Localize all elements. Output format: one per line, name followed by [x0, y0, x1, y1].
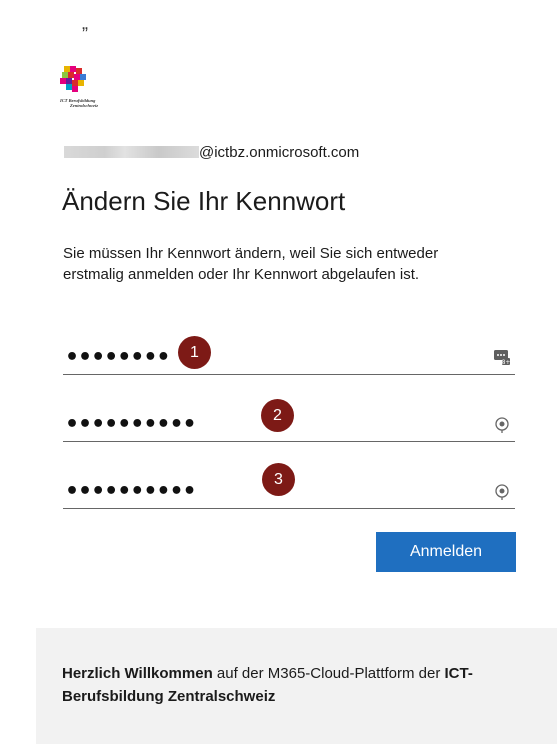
- welcome-bold: Herzlich Willkommen: [62, 665, 213, 682]
- current-password-input[interactable]: •••••••• 8+: [63, 342, 515, 375]
- step-badge-3: 3: [262, 463, 295, 496]
- page-title: Ändern Sie Ihr Kennwort: [62, 186, 346, 216]
- account-identifier: @ictbz.onmicrosoft.com: [64, 142, 359, 162]
- reveal-eye-icon[interactable]: [493, 415, 511, 433]
- password-key-icon[interactable]: 8+: [493, 348, 511, 366]
- description-text: Sie müssen Ihr Kennwort ändern, weil Sie…: [63, 245, 439, 283]
- step-badge-2: 2: [261, 399, 294, 432]
- account-domain: @ictbz.onmicrosoft.com: [199, 143, 360, 161]
- svg-text:8+: 8+: [502, 359, 511, 366]
- welcome-rest: auf der M365-Cloud-Plattform der: [212, 665, 445, 682]
- top-quote-mark: „: [82, 13, 88, 33]
- welcome-text: Herzlich Willkommen auf der M365-Cloud-P…: [62, 662, 512, 708]
- sign-in-button[interactable]: Anmelden: [376, 532, 516, 572]
- organization-logo: ICT Berufsbildung Zentralschweiz: [56, 64, 126, 120]
- current-password-value: ••••••••: [65, 345, 170, 370]
- new-password-value: ••••••••••: [65, 412, 197, 437]
- redacted-username: [64, 146, 199, 158]
- welcome-footer: Herzlich Willkommen auf der M365-Cloud-P…: [36, 628, 557, 744]
- reveal-eye-icon[interactable]: [493, 482, 511, 500]
- logo-icon: [60, 66, 86, 92]
- logo-text-line2: Zentralschweiz: [70, 103, 99, 108]
- step-badge-1: 1: [178, 336, 211, 369]
- confirm-password-value: ••••••••••: [65, 479, 197, 504]
